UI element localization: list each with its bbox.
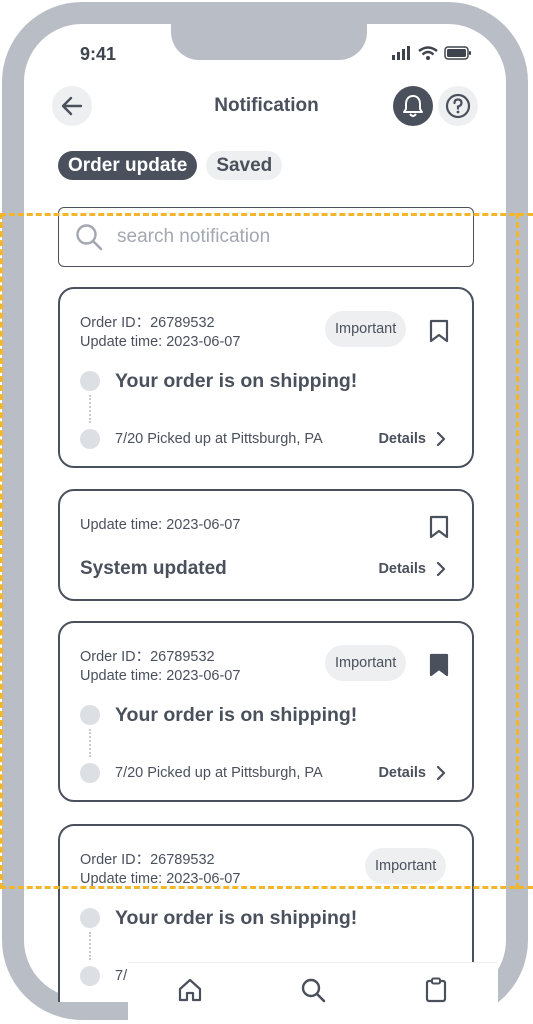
status-icons (392, 46, 472, 60)
notification-headline: Your order is on shipping! (115, 704, 358, 726)
update-time: Update time: 2023-06-07 (80, 517, 241, 533)
tab-order-update[interactable]: Order update (58, 151, 198, 180)
nav-search[interactable] (293, 973, 333, 1007)
timeline-dot (80, 966, 100, 986)
details-link[interactable]: Details (378, 561, 446, 577)
header: Notification (0, 86, 533, 130)
help-button[interactable] (438, 86, 478, 126)
search-icon (301, 978, 326, 1003)
bookmark-filled-icon[interactable] (429, 653, 449, 677)
timeline-dot (80, 705, 100, 725)
timeline-line (89, 395, 91, 423)
notification-button[interactable] (393, 86, 433, 126)
details-label: Details (378, 431, 426, 447)
important-badge: Important (325, 645, 407, 681)
pickup-status: 7/ (115, 968, 128, 984)
bottom-nav (128, 962, 498, 1022)
update-time: Update time: 2023-06-07 (80, 334, 241, 350)
battery-icon (444, 46, 471, 60)
search-placeholder: search notification (117, 226, 271, 247)
bell-icon (403, 95, 423, 117)
timeline-dot (80, 371, 100, 391)
nav-clipboard[interactable] (416, 973, 456, 1007)
update-time: Update time: 2023-06-07 (80, 871, 241, 887)
important-badge: Important (325, 311, 407, 347)
chevron-right-icon (436, 432, 446, 446)
notification-headline: Your order is on shipping! (115, 907, 358, 929)
order-id: Order ID：26789532 (80, 315, 215, 331)
important-badge: Important (365, 848, 447, 884)
details-link[interactable]: Details (378, 431, 446, 447)
notification-card[interactable]: Order ID：26789532 Update time: 2023-06-0… (58, 287, 474, 468)
status-time: 9:41 (80, 44, 117, 64)
question-icon (445, 93, 471, 119)
notification-headline: System updated (80, 558, 227, 579)
timeline-dot (80, 763, 100, 783)
nav-home[interactable] (170, 973, 210, 1007)
notification-headline: Your order is on shipping! (115, 370, 358, 392)
notch (171, 24, 367, 60)
tab-bar: Order update Saved (58, 151, 283, 180)
order-id: Order ID：26789532 (80, 649, 215, 665)
notification-card[interactable]: Update time: 2023-06-07 System updated D… (58, 489, 474, 601)
details-label: Details (378, 765, 426, 781)
update-time: Update time: 2023-06-07 (80, 668, 241, 684)
timeline-dot (80, 429, 100, 449)
search-icon (76, 224, 103, 251)
order-id: Order ID：26789532 (80, 852, 215, 868)
chevron-right-icon (436, 766, 446, 780)
notification-card[interactable]: Order ID：26789532 Update time: 2023-06-0… (58, 621, 474, 802)
pickup-status: 7/20 Picked up at Pittsburgh, PA (115, 431, 323, 447)
timeline-line (89, 932, 91, 960)
bookmark-icon[interactable] (429, 515, 449, 539)
home-icon (178, 978, 201, 1002)
timeline-line (89, 729, 91, 757)
tab-saved[interactable]: Saved (206, 151, 283, 180)
clipboard-icon (426, 977, 447, 1003)
chevron-right-icon (436, 562, 446, 576)
details-label: Details (378, 561, 426, 577)
search-input[interactable]: search notification (58, 207, 474, 267)
wifi-icon (418, 46, 438, 60)
details-link[interactable]: Details (378, 765, 446, 781)
bookmark-icon[interactable] (429, 319, 449, 343)
pickup-status: 7/20 Picked up at Pittsburgh, PA (115, 765, 323, 781)
signal-icon (392, 46, 410, 60)
timeline-dot (80, 908, 100, 928)
